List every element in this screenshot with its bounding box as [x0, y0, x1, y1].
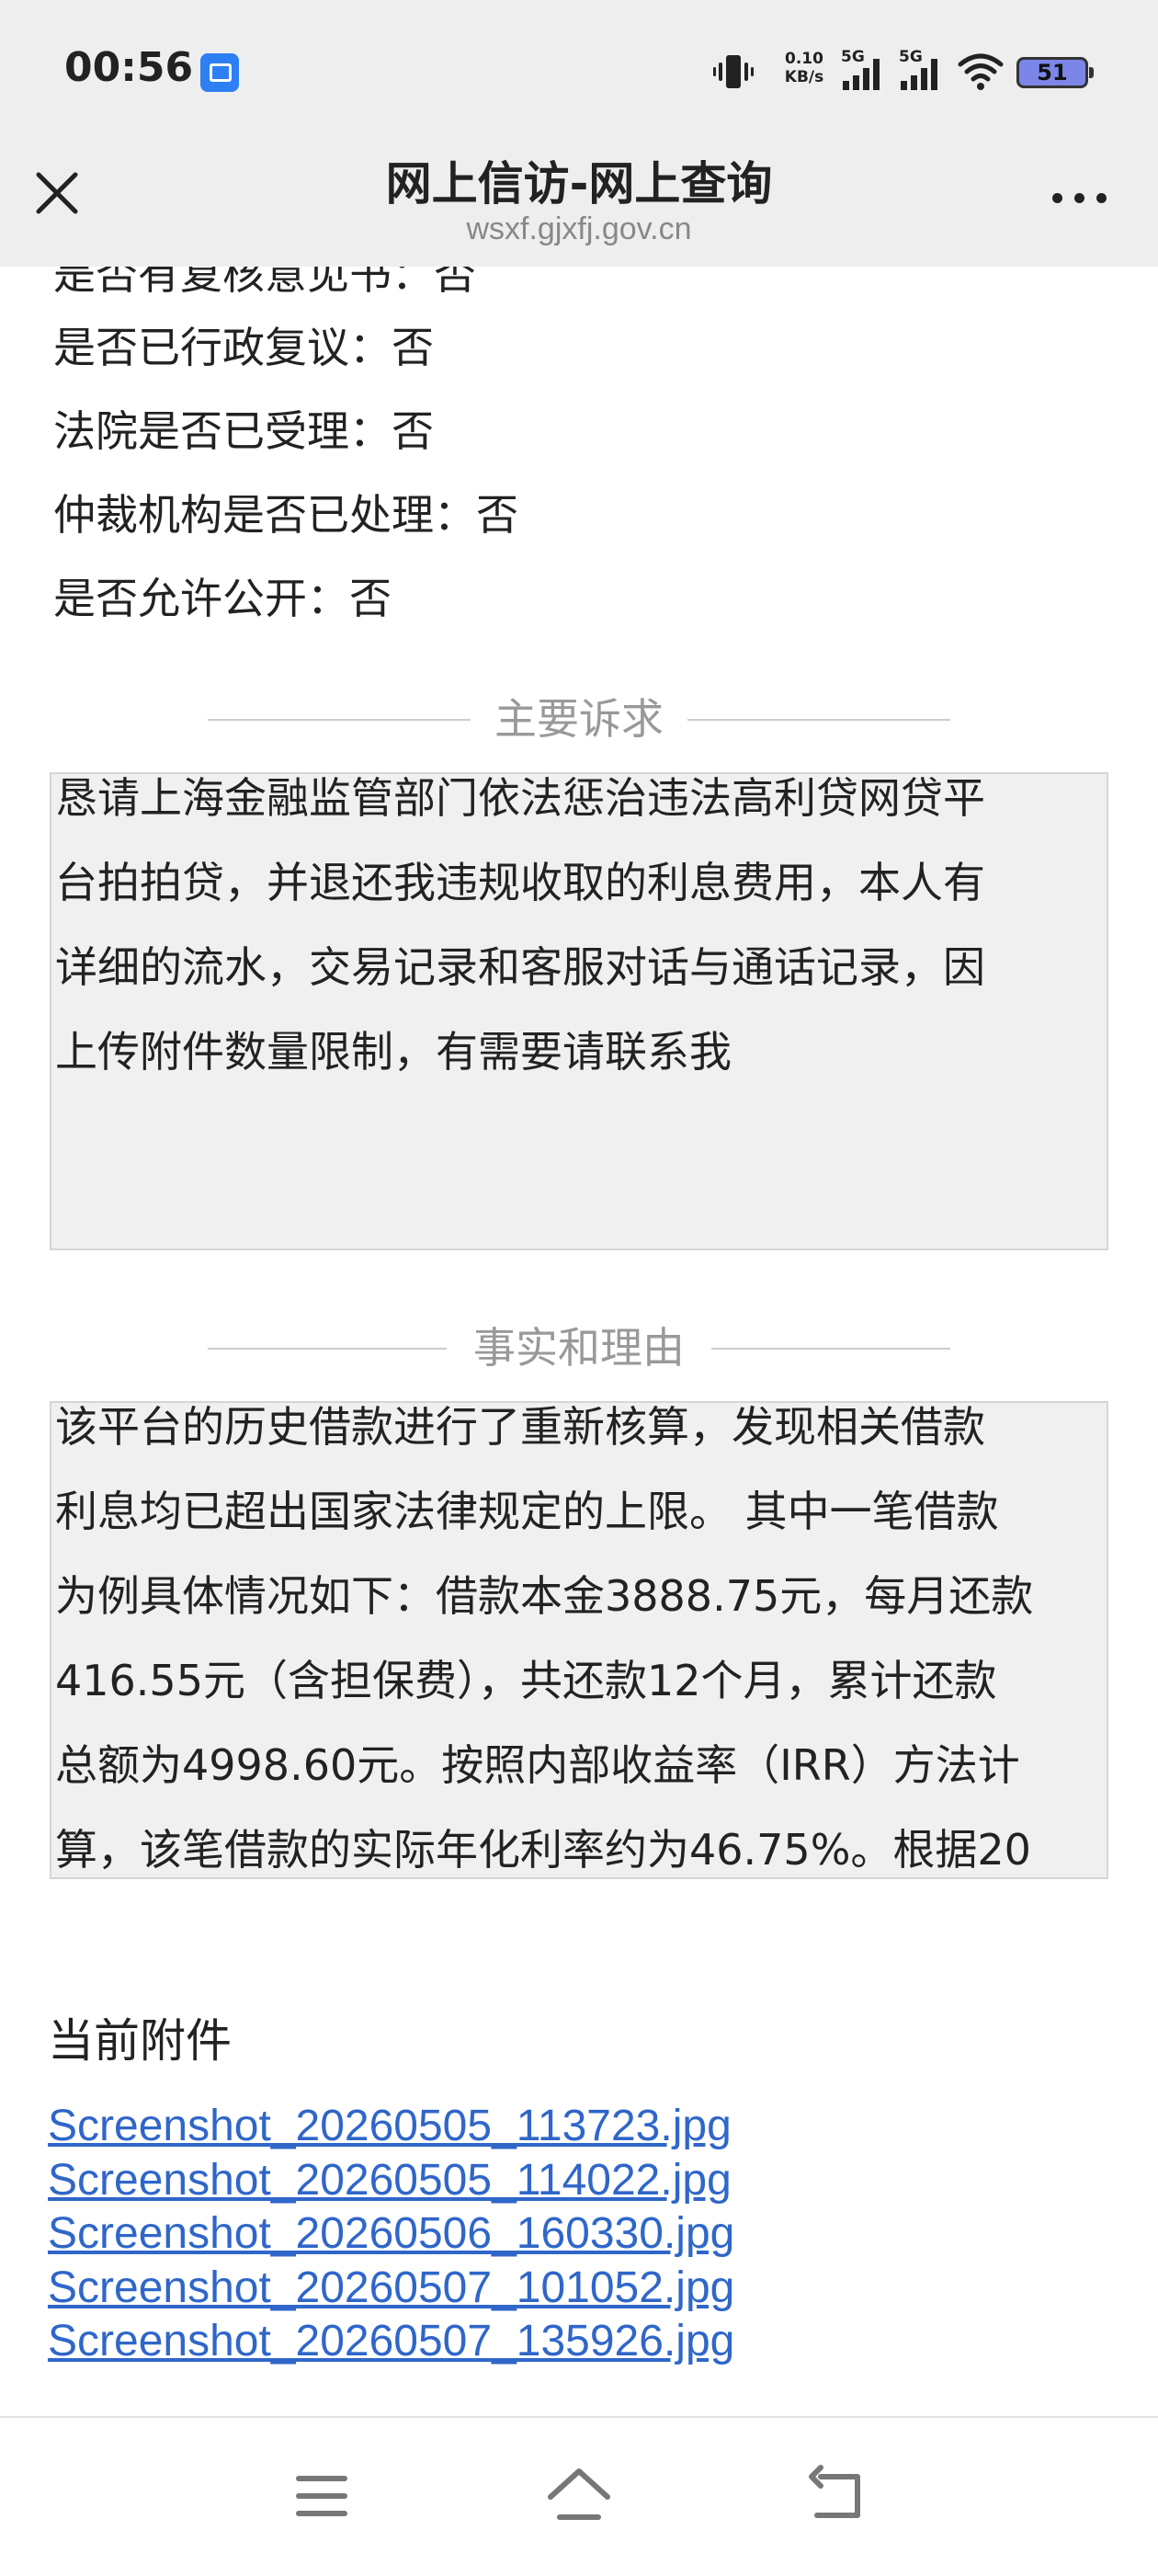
attachment-link[interactable]: Screenshot_20260506_160330.jpg — [48, 2207, 734, 2262]
field-label: 是否允许公开： — [53, 574, 349, 623]
page-content: 是否有复核意见书：否 是否已行政复议：否 法院是否已受理：否 仲裁机构是否已处理… — [0, 0, 1158, 2409]
back-icon[interactable] — [795, 2455, 878, 2537]
claims-textbox[interactable]: 恳请上海金融监管部门依法惩治违法高利贷网贷平 台拍拍贷，并退还我违规收取的利息费… — [50, 772, 1108, 1250]
field-arbitration: 仲裁机构是否已处理：否 — [53, 482, 518, 542]
top-bar: 00:56 0.10 KB/s 5G 5G 51 网上信访-网上查询 wsxf.… — [0, 0, 1158, 267]
menu-icon[interactable] — [280, 2455, 363, 2537]
claims-line: 台拍拍贷，并退还我违规收取的利息费用，本人有 — [55, 858, 985, 907]
system-nav-bar — [0, 2416, 1158, 2576]
field-label: 是否已行政复议： — [53, 323, 392, 372]
claims-line: 详细的流水，交易记录和客服对话与通话记录，因 — [55, 942, 985, 992]
battery-indicator: 51 — [1016, 57, 1094, 88]
wifi-icon — [958, 53, 1004, 90]
field-allow-public: 是否允许公开：否 — [53, 565, 392, 626]
page-title: 网上信访-网上查询 — [385, 157, 773, 211]
signal-icon: 5G — [899, 48, 954, 94]
page-url: wsxf.gjxfj.gov.cn — [466, 211, 692, 246]
battery-level: 51 — [1037, 60, 1068, 85]
divider-right — [687, 719, 950, 721]
net-speed-unit: KB/s — [784, 68, 824, 86]
attachment-link[interactable]: Screenshot_20260505_114022.jpg — [48, 2154, 734, 2208]
facts-line: 总额为4998.60元。按照内部收益率（IRR）方法计 — [55, 1740, 1020, 1790]
field-value: 否 — [476, 490, 518, 540]
facts-line: 利息均已超出国家法律规定的上限。 其中一笔借款 — [55, 1487, 999, 1536]
claims-section-title: 主要诉求 — [208, 691, 950, 747]
net-speed-value: 0.10 — [785, 50, 823, 68]
attachment-link[interactable]: Screenshot_20260505_113723.jpg — [48, 2100, 734, 2154]
home-icon[interactable] — [538, 2455, 620, 2537]
divider-right — [711, 1348, 950, 1350]
attachments-heading: 当前附件 — [48, 2014, 232, 2068]
field-value: 否 — [349, 574, 392, 623]
field-admin-review: 是否已行政复议：否 — [53, 314, 434, 375]
facts-line: 算，该笔借款的实际年化利率约为46.75%。根据20 — [55, 1825, 1031, 1875]
facts-textbox[interactable]: 该平台的历史借款进行了重新核算，发现相关借款 利息均已超出国家法律规定的上限。 … — [50, 1401, 1108, 1879]
status-time: 00:56 — [64, 44, 194, 91]
vibrate-icon — [713, 55, 754, 88]
field-value: 否 — [392, 406, 434, 456]
net-speed: 0.10 KB/s — [777, 50, 832, 86]
field-value: 否 — [392, 323, 434, 372]
claims-line: 上传附件数量限制，有需要请联系我 — [55, 1027, 732, 1077]
attachment-link[interactable]: Screenshot_20260507_135926.jpg — [48, 2315, 734, 2369]
field-label: 法院是否已受理： — [53, 406, 392, 456]
facts-line: 为例具体情况如下：借款本金3888.75元，每月还款 — [55, 1571, 1034, 1621]
facts-section-title: 事实和理由 — [208, 1320, 950, 1375]
field-court-accepted: 法院是否已受理：否 — [53, 398, 434, 459]
attachments-list: Screenshot_20260505_113723.jpg Screensho… — [48, 2100, 734, 2369]
more-icon[interactable] — [1048, 184, 1112, 211]
attachment-link[interactable]: Screenshot_20260507_101052.jpg — [48, 2262, 734, 2316]
field-label: 仲裁机构是否已处理： — [53, 490, 476, 540]
facts-line: 该平台的历史借款进行了重新核算，发现相关借款 — [55, 1402, 985, 1452]
facts-line: 416.55元（含担保费），共还款12个月，累计还款 — [55, 1656, 997, 1705]
claims-line: 恳请上海金融监管部门依法惩治违法高利贷网贷平 — [55, 773, 985, 823]
scissors-app-icon — [200, 53, 239, 92]
signal-icon: 5G — [841, 48, 896, 94]
